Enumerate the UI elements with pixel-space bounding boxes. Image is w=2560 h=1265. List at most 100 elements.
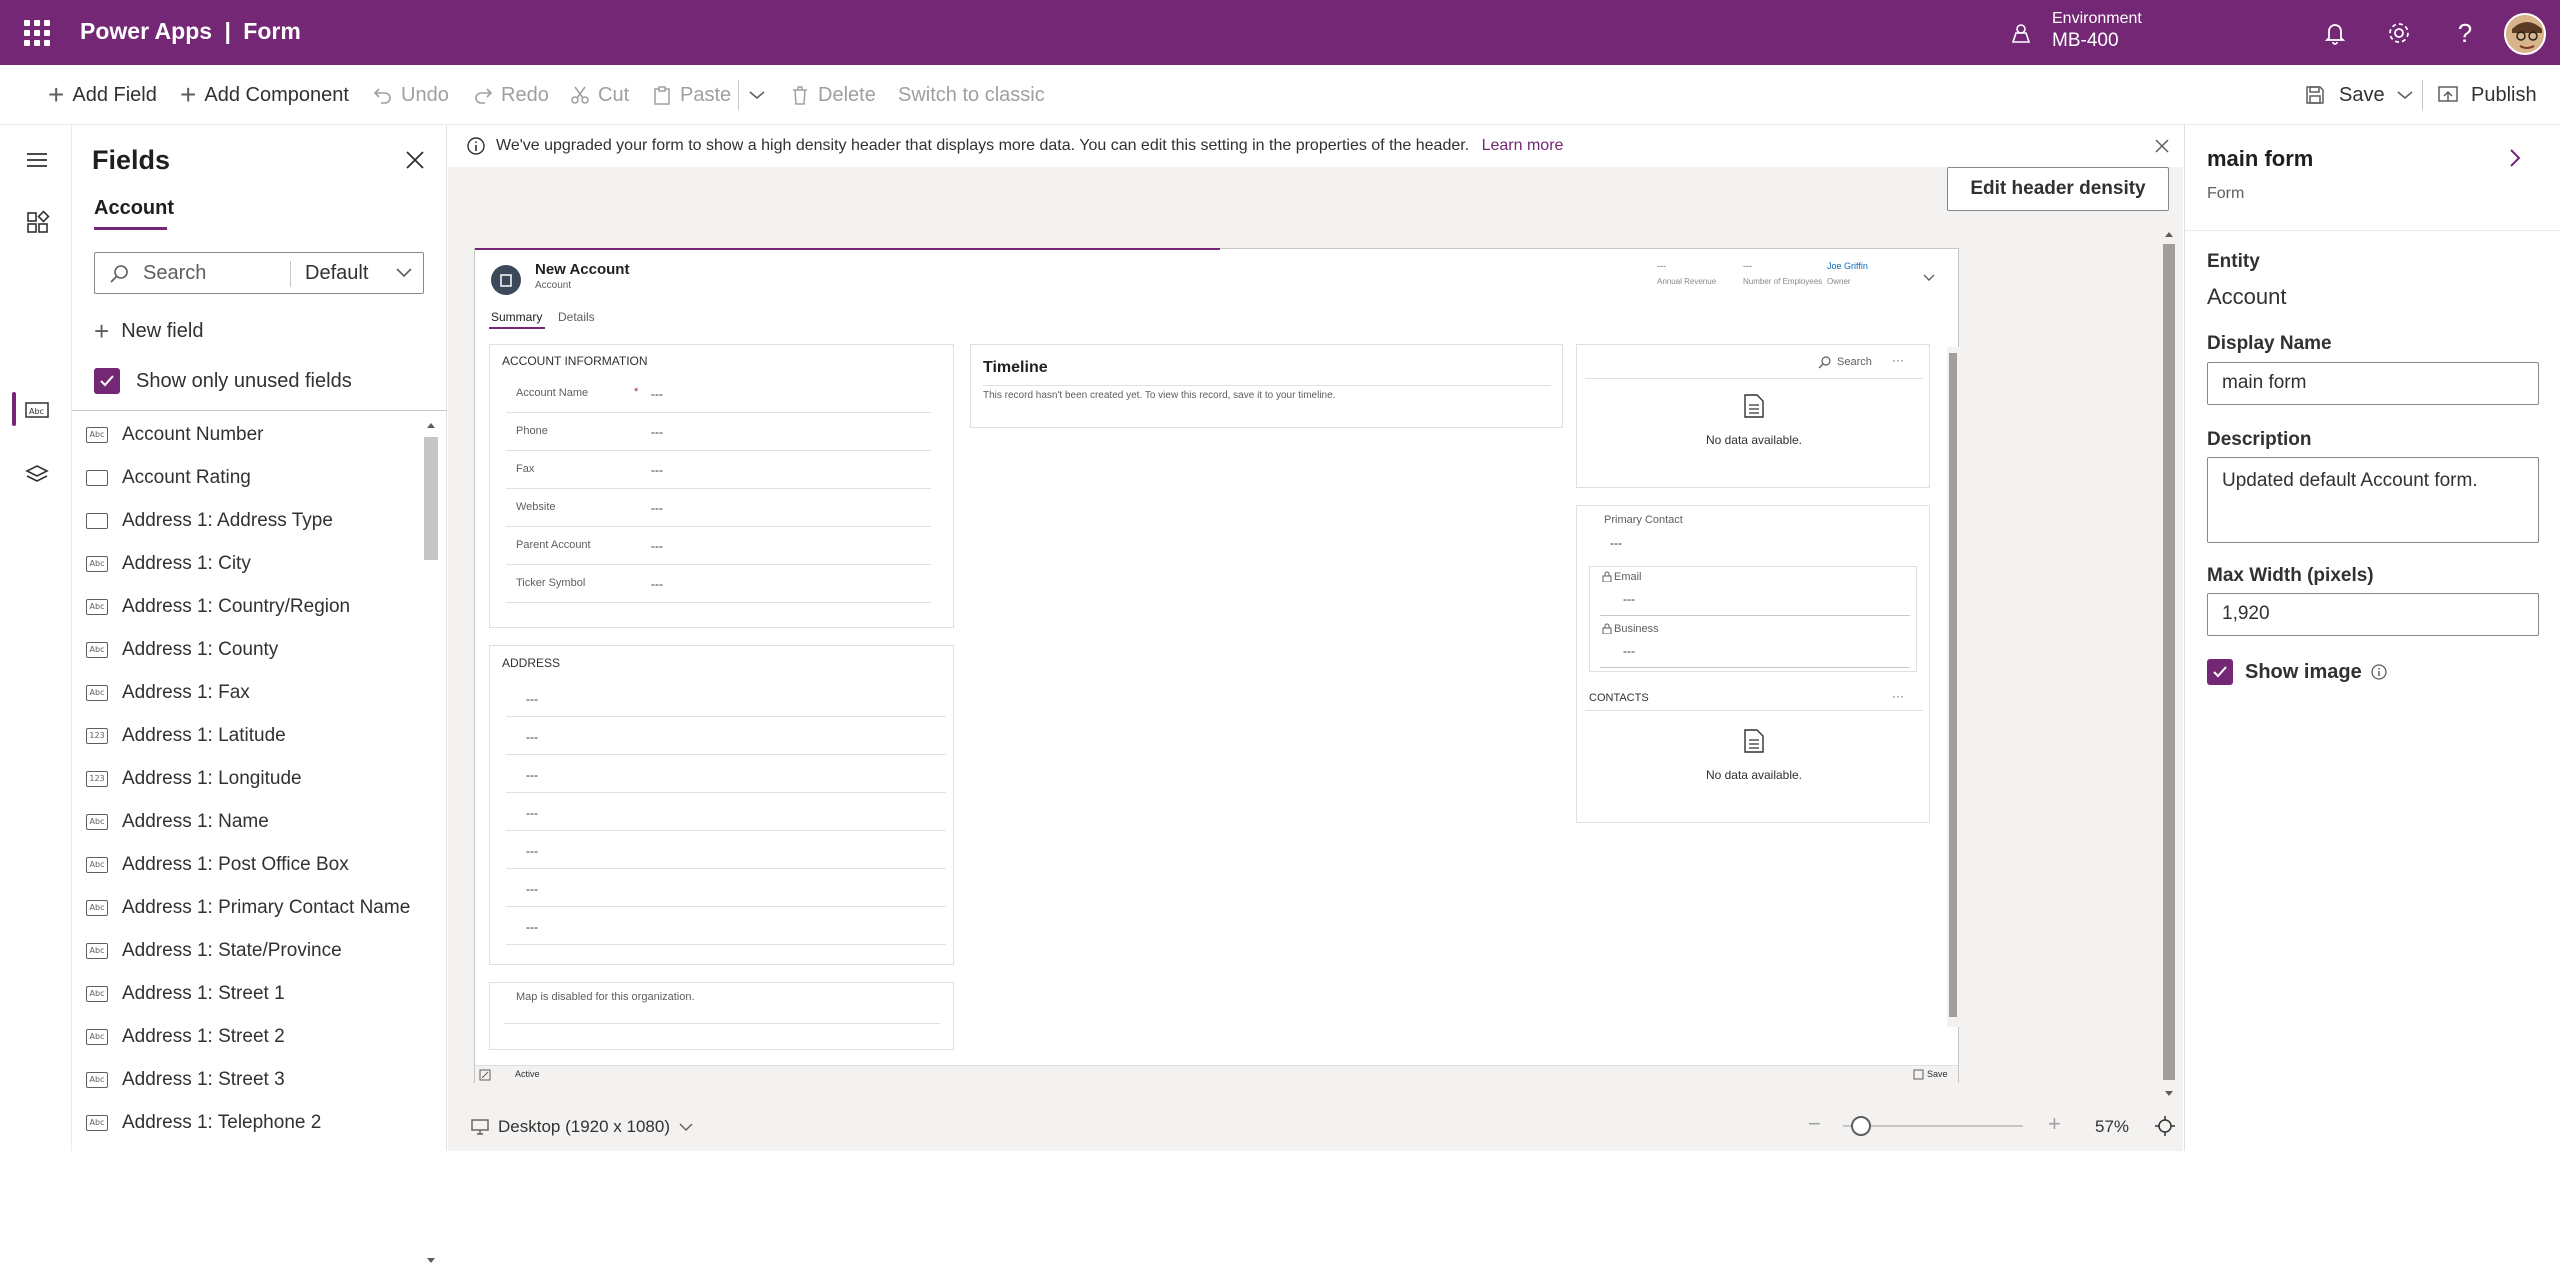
info-icon[interactable] — [2370, 663, 2388, 681]
form-field-row[interactable]: Ticker Symbol --- — [506, 567, 931, 603]
address-field-row[interactable]: --- — [506, 870, 946, 907]
address-field-value[interactable]: --- — [526, 768, 538, 782]
field-list-item[interactable]: Abc Address 1: City — [86, 542, 251, 585]
form-field-row[interactable]: Website --- — [506, 491, 931, 527]
scrollbar-thumb[interactable] — [424, 437, 438, 560]
timeline-section[interactable]: Timeline This record hasn't been created… — [970, 344, 1563, 428]
redo-button[interactable]: Redo — [473, 65, 549, 125]
address-field-row[interactable]: --- — [506, 756, 946, 793]
zoom-slider[interactable] — [1843, 1116, 2023, 1136]
form-field-row[interactable]: Phone --- — [506, 415, 931, 451]
description-field[interactable]: Updated default Account form. — [2207, 457, 2539, 543]
add-component-button[interactable]: + Add Component — [180, 65, 349, 125]
field-list-item[interactable]: Account Rating — [86, 456, 251, 499]
form-field-value[interactable]: --- — [651, 577, 663, 591]
avatar[interactable] — [2504, 13, 2546, 55]
form-field-value[interactable]: --- — [651, 463, 663, 477]
show-image-checkbox[interactable]: Show image — [2207, 659, 2388, 685]
field-list-item[interactable]: Abc Address 1: Post Office Box — [86, 843, 349, 886]
field-list-item[interactable]: Abc Address 1: Street 3 — [86, 1058, 285, 1101]
hamburger-menu-icon[interactable] — [22, 145, 52, 175]
field-list-item[interactable]: Abc Address 1: Telephone 2 — [86, 1101, 321, 1144]
address-field-value[interactable]: --- — [526, 806, 538, 820]
paste-button[interactable]: Paste — [652, 65, 731, 125]
canvas-scrollbar-thumb[interactable] — [2163, 244, 2175, 1080]
field-list-item[interactable]: Abc Account Number — [86, 413, 264, 456]
chevron-right-icon[interactable] — [2507, 147, 2523, 169]
device-selector[interactable]: Desktop (1920 x 1080) — [470, 1117, 694, 1137]
cut-button[interactable]: Cut — [570, 65, 629, 125]
scroll-down-icon[interactable] — [426, 1257, 436, 1265]
more-options-icon[interactable]: ··· — [1892, 689, 1904, 703]
paste-options-chevron-icon[interactable] — [748, 65, 774, 125]
form-field-row[interactable]: Parent Account --- — [506, 529, 931, 565]
form-field-value[interactable]: --- — [651, 425, 663, 439]
field-list-item[interactable]: 123 Address 1: Latitude — [86, 714, 286, 757]
field-list-item[interactable]: Abc Address 1: Street 2 — [86, 1015, 285, 1058]
chevron-down-icon[interactable] — [1922, 273, 1936, 283]
expand-icon[interactable] — [479, 1069, 491, 1081]
new-field-button[interactable]: + New field — [94, 318, 203, 344]
address-field-row[interactable]: --- — [506, 718, 946, 755]
subgrid-search-label[interactable]: Search — [1837, 356, 1872, 368]
components-icon[interactable] — [22, 207, 52, 237]
contact-section[interactable]: Primary Contact --- Email --- Business -… — [1576, 505, 1930, 823]
zoom-slider-thumb[interactable] — [1851, 1116, 1871, 1136]
save-options-chevron-icon[interactable] — [2396, 65, 2422, 125]
close-icon[interactable] — [2153, 137, 2171, 155]
canvas-scrollbar[interactable] — [2160, 230, 2178, 1100]
related-subgrid[interactable]: Search ··· No data available. — [1576, 344, 1930, 488]
switch-to-classic-button[interactable]: Switch to classic — [898, 65, 1045, 125]
field-list-item[interactable]: Abc Address 1: State/Province — [86, 929, 342, 972]
field-search-box[interactable]: Search Default — [94, 252, 424, 294]
more-options-icon[interactable]: ··· — [1892, 353, 1904, 367]
scroll-up-icon[interactable] — [2164, 230, 2174, 238]
field-list-scrollbar[interactable] — [421, 417, 441, 1263]
form-scrollbar-thumb[interactable] — [1949, 353, 1957, 1017]
address-field-row[interactable]: --- — [506, 680, 946, 717]
help-icon[interactable]: ? — [2450, 18, 2480, 48]
tab-details[interactable]: Details — [558, 310, 595, 324]
save-icon[interactable] — [1913, 1069, 1924, 1080]
app-launcher-icon[interactable] — [24, 20, 50, 46]
chevron-down-icon[interactable] — [395, 266, 413, 280]
field-list-item[interactable]: Abc Address 1: Fax — [86, 671, 250, 714]
address-field-value[interactable]: --- — [526, 920, 538, 934]
field-list-item[interactable]: Abc Address 1: Street 1 — [86, 972, 285, 1015]
address-section[interactable]: ADDRESS --- --- --- --- --- --- --- — [489, 645, 954, 965]
field-list-item[interactable]: 123 Address 1: Longitude — [86, 757, 302, 800]
account-information-section[interactable]: ACCOUNT INFORMATION Account Name --- * Phon… — [489, 344, 954, 628]
add-field-button[interactable]: + Add Field — [48, 65, 157, 125]
bell-icon[interactable] — [2320, 18, 2350, 48]
undo-button[interactable]: Undo — [373, 65, 449, 125]
edit-header-density-button[interactable]: Edit header density — [1947, 167, 2169, 211]
scroll-up-icon[interactable] — [426, 421, 436, 429]
tab-summary[interactable]: Summary — [491, 310, 542, 324]
address-field-value[interactable]: --- — [526, 882, 538, 896]
save-button[interactable]: Save — [2305, 65, 2385, 125]
gear-icon[interactable] — [2384, 18, 2414, 48]
zoom-in-button[interactable]: + — [2048, 1111, 2061, 1137]
field-list-item[interactable]: Abc Address 1: Primary Contact Name — [86, 886, 410, 929]
field-filter-dropdown[interactable]: Default — [305, 262, 368, 285]
address-field-value[interactable]: --- — [526, 844, 538, 858]
field-list-item[interactable]: Abc Address 1: Country/Region — [86, 585, 350, 628]
close-icon[interactable] — [402, 147, 428, 173]
form-field-row[interactable]: Fax --- — [506, 453, 931, 489]
tab-account[interactable]: Account — [94, 197, 174, 220]
learn-more-link[interactable]: Learn more — [1482, 137, 1564, 154]
address-field-value[interactable]: --- — [526, 730, 538, 744]
form-field-row[interactable]: Account Name --- * — [506, 377, 931, 413]
delete-button[interactable]: Delete — [790, 65, 876, 125]
publish-button[interactable]: Publish — [2437, 65, 2537, 125]
scroll-down-icon[interactable] — [2164, 1090, 2174, 1098]
primary-contact-value[interactable]: --- — [1610, 536, 1622, 550]
zoom-out-button[interactable]: − — [1808, 1111, 1821, 1137]
max-width-field[interactable]: 1,920 — [2207, 593, 2539, 636]
form-field-value[interactable]: --- — [651, 539, 663, 553]
address-field-row[interactable]: --- — [506, 908, 946, 945]
address-field-row[interactable]: --- — [506, 794, 946, 831]
field-list-item[interactable]: Abc Address 1: County — [86, 628, 278, 671]
map-section[interactable]: Map is disabled for this organization. — [489, 982, 954, 1050]
field-list-item[interactable]: Abc Address 1: Name — [86, 800, 269, 843]
